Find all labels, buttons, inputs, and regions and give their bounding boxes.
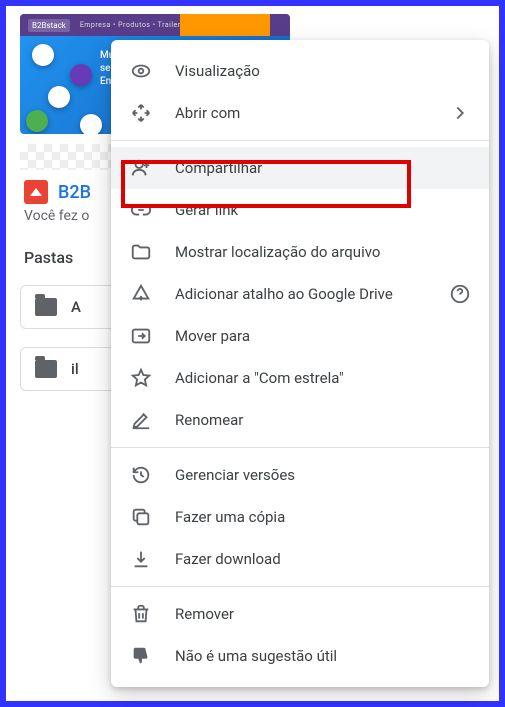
folder-icon bbox=[35, 360, 57, 378]
thumb-down-icon bbox=[129, 644, 153, 668]
menu-item-manage-versions[interactable]: Gerenciar versões bbox=[111, 454, 489, 496]
menu-label: Gerenciar versões bbox=[175, 466, 471, 484]
drive-add-icon bbox=[129, 282, 153, 306]
context-menu: Visualização Abrir com Compartilhar Gera… bbox=[111, 40, 489, 687]
menu-item-make-copy[interactable]: Fazer uma cópia bbox=[111, 496, 489, 538]
download-icon bbox=[129, 547, 153, 571]
menu-item-add-shortcut[interactable]: Adicionar atalho ao Google Drive bbox=[111, 273, 489, 315]
menu-item-open-with[interactable]: Abrir com bbox=[111, 92, 489, 134]
menu-label: Adicionar atalho ao Google Drive bbox=[175, 285, 427, 303]
pencil-icon bbox=[129, 408, 153, 432]
history-icon bbox=[129, 463, 153, 487]
thumbnail-logo: B2Bstack bbox=[28, 19, 70, 32]
menu-item-preview[interactable]: Visualização bbox=[111, 50, 489, 92]
file-name: B2B bbox=[58, 182, 91, 203]
menu-separator bbox=[111, 586, 489, 587]
menu-item-move-to[interactable]: Mover para bbox=[111, 315, 489, 357]
link-icon bbox=[129, 198, 153, 222]
menu-label: Adicionar a "Com estrela" bbox=[175, 369, 471, 387]
image-file-icon bbox=[24, 180, 48, 204]
menu-separator bbox=[111, 140, 489, 141]
folder-label: A bbox=[71, 298, 81, 316]
menu-label: Mover para bbox=[175, 327, 471, 345]
folder-outline-icon bbox=[129, 240, 153, 264]
menu-item-remove[interactable]: Remover bbox=[111, 593, 489, 635]
menu-item-show-location[interactable]: Mostrar localização do arquivo bbox=[111, 231, 489, 273]
star-icon bbox=[129, 366, 153, 390]
menu-item-add-starred[interactable]: Adicionar a "Com estrela" bbox=[111, 357, 489, 399]
folder-icon bbox=[35, 298, 57, 316]
help-icon[interactable] bbox=[449, 283, 471, 305]
chevron-right-icon bbox=[449, 102, 471, 124]
copy-icon bbox=[129, 505, 153, 529]
menu-label: Compartilhar bbox=[175, 159, 471, 177]
folder-label: il bbox=[71, 360, 79, 378]
menu-item-not-useful[interactable]: Não é uma sugestão útil bbox=[111, 635, 489, 677]
menu-label: Abrir com bbox=[175, 104, 427, 122]
menu-item-download[interactable]: Fazer download bbox=[111, 538, 489, 580]
menu-label: Não é uma sugestão útil bbox=[175, 647, 471, 665]
menu-label: Visualização bbox=[175, 62, 471, 80]
menu-label: Mostrar localização do arquivo bbox=[175, 243, 471, 261]
move-icon bbox=[129, 324, 153, 348]
eye-icon bbox=[129, 59, 153, 83]
trash-icon bbox=[129, 602, 153, 626]
menu-item-share[interactable]: Compartilhar bbox=[111, 147, 489, 189]
menu-label: Fazer download bbox=[175, 550, 471, 568]
menu-item-rename[interactable]: Renomear bbox=[111, 399, 489, 441]
person-add-icon bbox=[129, 156, 153, 180]
menu-separator bbox=[111, 447, 489, 448]
menu-label: Gerar link bbox=[175, 201, 471, 219]
open-with-icon bbox=[129, 101, 153, 125]
menu-label: Fazer uma cópia bbox=[175, 508, 471, 526]
menu-label: Renomear bbox=[175, 411, 471, 429]
menu-item-get-link[interactable]: Gerar link bbox=[111, 189, 489, 231]
menu-label: Remover bbox=[175, 605, 471, 623]
